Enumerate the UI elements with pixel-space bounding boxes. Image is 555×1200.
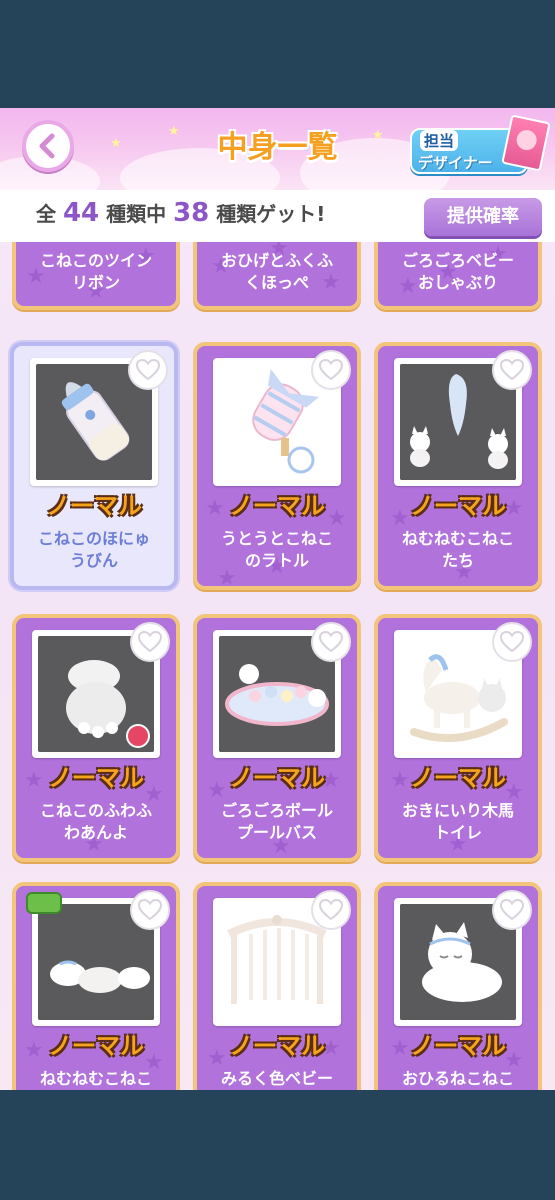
item-card[interactable]: ★ ★ ★ おひげとふくふ くほっぺ — [193, 242, 361, 310]
heart-icon — [319, 899, 343, 921]
count-total: 44 — [62, 198, 100, 228]
item-grid[interactable]: ★ ★ ★ こねこのツイン リボン ★ ★ ★ おひげとふくふ くほっぺ ★ ★ ★ ごろごろベ… — [0, 242, 555, 1090]
rarity-label: ノーマル — [46, 492, 142, 520]
favorite-toggle[interactable] — [492, 890, 532, 930]
pill-case-icon — [26, 892, 62, 914]
status-bar — [0, 0, 555, 108]
item-name: ごろごろベビー おしゃぶり — [401, 251, 514, 292]
item-card[interactable]: ★ ★ ★ ごろごろベビー おしゃぶり — [374, 242, 542, 310]
item-name: うとうとこねこ のラトル — [220, 529, 333, 570]
favorite-toggle[interactable] — [311, 350, 351, 390]
rarity-label: ノーマル — [410, 492, 506, 520]
item-card[interactable]: ★ ★ ★ ノーマル — [374, 342, 542, 590]
rarity-label: ノーマル — [229, 1032, 325, 1060]
favorite-toggle[interactable] — [492, 350, 532, 390]
item-card[interactable]: ★★★ — [193, 882, 361, 1090]
item-card[interactable]: ★★★ ノーマル おひるねこねこ — [374, 882, 542, 1090]
item-name: おひげとふくふ くほっぺ — [220, 251, 333, 292]
item-card[interactable]: ★★★ ノーマル ねむねむこねこ — [12, 882, 180, 1090]
item-name: ねむねむこねこ たち — [401, 529, 514, 570]
star-icon: ★ — [110, 136, 122, 151]
rarity-label: ノーマル — [48, 1032, 144, 1060]
item-name: こねこのふわふ わあんよ — [39, 801, 152, 842]
designer-label-bottom: デザイナー — [418, 154, 493, 172]
item-card[interactable]: ★ ★ ★ ★ ノーマル うとうとこねこ のラトル — [193, 342, 361, 590]
heart-icon — [319, 359, 343, 381]
item-name: こねこのほにゅ うびん — [37, 529, 150, 570]
count-prefix: 全 — [36, 202, 56, 226]
favorite-toggle[interactable] — [130, 622, 170, 662]
heart-icon — [138, 899, 162, 921]
item-name: ごろごろボール プールバス — [220, 801, 333, 842]
item-card[interactable]: ★ ★ ★ こねこのツイン リボン — [12, 242, 180, 310]
book-icon — [501, 114, 551, 172]
header: ★ ★ ★ 中身一覧 担当 デザイナー — [0, 108, 555, 208]
rarity-label: ノーマル — [229, 492, 325, 520]
count-got: 38 — [173, 198, 210, 228]
collection-count-bar: 全 44 種類中 38 種類ゲット! 提供確率 — [0, 190, 555, 242]
favorite-toggle[interactable] — [492, 622, 532, 662]
item-name: おひるねこねこ — [401, 1069, 514, 1088]
item-card[interactable]: ★ ★ ★ ノーマル — [193, 614, 361, 862]
drop-rate-button[interactable]: 提供確率 — [424, 198, 542, 236]
count-mid: 種類中 — [106, 202, 167, 226]
count-suffix: 種類ゲット! — [216, 202, 326, 226]
favorite-toggle[interactable] — [311, 890, 351, 930]
item-card[interactable]: ★ ★ ★ ノーマル こねこのふわふ わあんよ — [12, 614, 180, 862]
item-name: こねこのツイン リボン — [39, 251, 152, 292]
heart-icon — [136, 359, 160, 381]
star-icon: ★ — [168, 124, 180, 139]
back-arrow-icon — [39, 133, 55, 159]
heart-icon — [138, 631, 162, 653]
designer-button[interactable]: 担当 デザイナー — [410, 114, 551, 180]
item-name: おきにいり木馬 トイレ — [401, 801, 514, 842]
rarity-label: ノーマル — [48, 764, 144, 792]
system-nav-bar — [0, 1090, 555, 1200]
star-icon: ★ — [372, 128, 384, 143]
back-button[interactable] — [22, 120, 74, 172]
edit-badge-icon — [126, 724, 150, 748]
collection-count: 全 44 種類中 38 種類ゲット! — [36, 198, 325, 228]
rarity-label: ノーマル — [410, 1032, 506, 1060]
designer-label-top: 担当 — [420, 130, 459, 151]
page-title: 中身一覧 — [217, 130, 338, 165]
heart-icon — [500, 359, 524, 381]
heart-icon — [500, 631, 524, 653]
heart-icon — [319, 631, 343, 653]
item-card-selected[interactable]: ノーマル こねこのほにゅ うびん — [10, 342, 178, 590]
item-name: みるく色ベビー — [220, 1069, 333, 1088]
favorite-toggle[interactable] — [130, 890, 170, 930]
game-screen: ★ ★ ★ 中身一覧 担当 デザイナー 全 44 種類中 38 種類ゲット! 提… — [0, 108, 555, 1090]
favorite-toggle[interactable] — [128, 350, 168, 390]
rarity-label: ノーマル — [410, 764, 506, 792]
item-name: ねむねむこねこ — [39, 1069, 152, 1088]
item-card[interactable]: ★ ★ ★ ノーマル — [374, 614, 542, 862]
favorite-toggle[interactable] — [311, 622, 351, 662]
rarity-label: ノーマル — [229, 764, 325, 792]
heart-icon — [500, 899, 524, 921]
